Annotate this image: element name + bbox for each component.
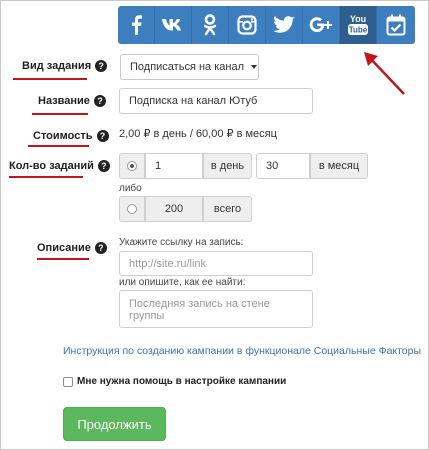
link-prompt: Укажите ссылку на запись:	[119, 237, 244, 248]
post-link-input[interactable]: http://site.ru/link	[119, 251, 313, 276]
label-underline	[9, 176, 83, 178]
help-checkbox-row[interactable]: Мне нужна помощь в настройке кампании	[63, 376, 286, 387]
how-prompt: или опишите, как ее найти:	[119, 277, 246, 288]
svg-text:Tube: Tube	[349, 26, 368, 35]
label-underline	[13, 78, 87, 80]
label-underline	[32, 113, 88, 115]
caret-down-icon	[251, 65, 257, 69]
total-addon: всего	[203, 196, 252, 222]
task-count-label: Кол-во заданий ?	[9, 160, 110, 172]
cost-value: 2,00 ₽ в день / 60,00 ₽ в месяц	[119, 128, 277, 140]
help-checkbox-label: Мне нужна помощь в настройке кампании	[77, 376, 287, 387]
twitter-icon[interactable]	[266, 6, 303, 44]
per-month-input[interactable]: 30	[256, 153, 310, 179]
label-underline	[37, 258, 89, 260]
red-pointer-arrow	[364, 52, 405, 95]
per-day-addon: в день	[203, 153, 252, 179]
social-network-bar: You Tube	[118, 6, 415, 44]
continue-button[interactable]: Продолжить	[63, 407, 166, 441]
task-type-label: Вид задания ?	[22, 60, 108, 72]
help-icon[interactable]: ?	[96, 130, 109, 142]
task-type-select[interactable]: Подписаться на канал	[120, 54, 259, 80]
total-input[interactable]: 200	[145, 196, 203, 222]
youtube-icon[interactable]: You Tube	[340, 6, 377, 44]
cost-label: Стоимость ?	[33, 130, 109, 142]
description-label: Описание ?	[37, 242, 107, 254]
help-checkbox[interactable]	[63, 376, 73, 387]
help-icon[interactable]: ?	[95, 60, 108, 72]
google-plus-icon[interactable]	[303, 6, 340, 44]
radio-total[interactable]	[119, 196, 145, 222]
svg-text:You: You	[350, 14, 366, 24]
vk-icon[interactable]	[155, 6, 192, 44]
title-input[interactable]: Подписка на канал Ютуб	[119, 88, 313, 114]
help-icon[interactable]: ?	[93, 95, 106, 107]
facebook-icon[interactable]	[118, 6, 155, 44]
per-day-input[interactable]: 1	[145, 153, 203, 179]
help-icon[interactable]: ?	[94, 242, 107, 254]
instagram-icon[interactable]	[229, 6, 266, 44]
instruction-link[interactable]: Инструкция по созданию кампании в функци…	[63, 345, 421, 357]
odnoklassniki-icon[interactable]	[192, 6, 229, 44]
title-label: Название ?	[38, 95, 106, 107]
calendar-check-icon[interactable]	[377, 6, 414, 44]
find-description-textarea[interactable]	[119, 290, 313, 328]
label-underline	[28, 145, 89, 147]
help-icon[interactable]: ?	[97, 160, 110, 172]
or-text: либо	[119, 183, 142, 194]
radio-per-day[interactable]	[119, 153, 145, 179]
per-month-addon: в месяц	[310, 153, 368, 179]
